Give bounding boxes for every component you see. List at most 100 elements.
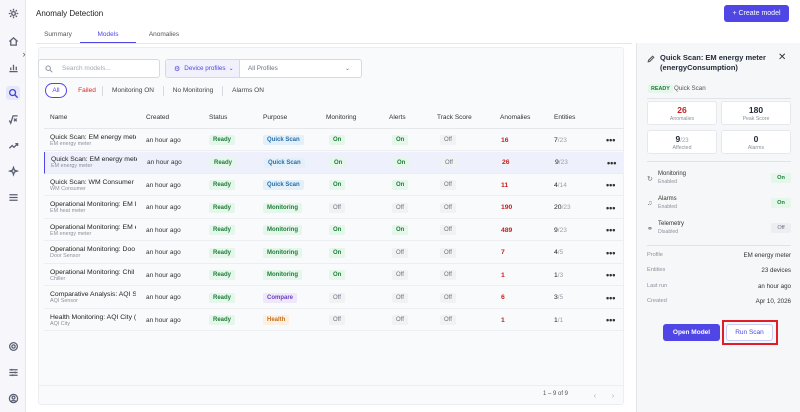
more-actions-icon[interactable]: ••• bbox=[606, 129, 615, 151]
trend-icon[interactable] bbox=[6, 138, 20, 152]
more-actions-icon[interactable]: ••• bbox=[606, 309, 615, 331]
monitoring-badge[interactable]: Off bbox=[329, 202, 345, 213]
col-name[interactable]: Name bbox=[50, 108, 67, 128]
search-input[interactable] bbox=[62, 65, 152, 72]
search-icon[interactable] bbox=[6, 86, 20, 100]
next-page-button[interactable]: › bbox=[607, 389, 619, 401]
table-row[interactable]: Comparative Analysis: AQI Se AQI Sensor an… bbox=[44, 287, 624, 309]
chip-all[interactable]: All bbox=[45, 83, 67, 98]
chip-alarms-on[interactable]: Alarms ON bbox=[223, 83, 273, 98]
model-name[interactable]: Quick Scan: EM energy meter bbox=[51, 156, 137, 163]
tab-models[interactable]: Models bbox=[80, 26, 136, 43]
track-score-badge[interactable]: Off bbox=[440, 225, 456, 235]
model-name[interactable]: Operational Monitoring: Doo bbox=[50, 246, 136, 253]
track-score-badge[interactable]: Off bbox=[440, 180, 456, 190]
alerts-badge[interactable]: On bbox=[392, 225, 409, 235]
more-actions-icon[interactable]: ••• bbox=[606, 174, 615, 196]
col-status[interactable]: Status bbox=[209, 108, 227, 128]
search-box[interactable] bbox=[38, 59, 160, 78]
table-row[interactable]: Operational Monitoring: EM e EM energy me… bbox=[44, 219, 624, 241]
col-entities[interactable]: Entities bbox=[554, 108, 575, 128]
alerts-badge[interactable]: Off bbox=[392, 270, 408, 280]
alerts-badge[interactable]: Off bbox=[392, 315, 408, 325]
created-cell: an hour ago bbox=[146, 204, 181, 211]
more-actions-icon[interactable]: ••• bbox=[606, 219, 615, 241]
create-model-button[interactable]: + Create model bbox=[724, 5, 789, 22]
monitoring-badge[interactable]: On bbox=[329, 270, 346, 280]
entities-cell: 4/14 bbox=[554, 174, 567, 196]
chip-no-monitoring[interactable]: No Monitoring bbox=[164, 83, 222, 98]
profile-type-select[interactable]: ⚙ Device profiles ⌄ bbox=[166, 60, 240, 77]
track-score-badge[interactable]: Off bbox=[440, 135, 456, 145]
model-name[interactable]: Quick Scan: WM Consumer (c bbox=[50, 179, 136, 186]
monitoring-badge[interactable]: Off bbox=[329, 292, 345, 303]
monitoring-badge[interactable]: On bbox=[330, 157, 347, 168]
model-name[interactable]: Quick Scan: EM energy meter bbox=[50, 134, 136, 141]
sparkle-icon[interactable] bbox=[6, 164, 20, 178]
alerts-badge[interactable]: On bbox=[392, 135, 409, 145]
more-actions-icon[interactable]: ••• bbox=[607, 152, 616, 174]
track-score-badge[interactable]: Off bbox=[440, 315, 456, 325]
table-row[interactable]: Quick Scan: EM energy meter EM energy met… bbox=[44, 129, 624, 151]
col-purpose[interactable]: Purpose bbox=[263, 108, 287, 128]
model-name[interactable]: Comparative Analysis: AQI Se bbox=[50, 291, 136, 298]
alerts-badge[interactable]: Off bbox=[392, 247, 408, 258]
prev-page-button[interactable]: ‹ bbox=[589, 389, 601, 401]
alerts-badge[interactable]: Off bbox=[392, 292, 408, 303]
col-monitoring[interactable]: Monitoring bbox=[326, 108, 356, 128]
chip-monitoring-on[interactable]: Monitoring ON bbox=[103, 83, 163, 98]
tab-summary[interactable]: Summary bbox=[36, 26, 80, 43]
collapse-sidebar-icon[interactable]: › bbox=[18, 48, 30, 60]
function-icon[interactable] bbox=[6, 112, 20, 126]
stat-value: 26 bbox=[677, 105, 687, 115]
table-row[interactable]: Operational Monitoring: Chil Chiller an ho… bbox=[44, 264, 624, 286]
model-name[interactable]: Health Monitoring: AQI City ( bbox=[50, 314, 136, 321]
sliders-icon[interactable] bbox=[6, 365, 20, 379]
alerts-badge[interactable]: On bbox=[392, 180, 409, 190]
menu-icon[interactable] bbox=[6, 190, 20, 204]
more-actions-icon[interactable]: ••• bbox=[606, 197, 615, 219]
track-score-badge[interactable]: Off bbox=[440, 202, 456, 213]
table-row[interactable]: Health Monitoring: AQI City (AQI City an … bbox=[44, 309, 624, 331]
more-actions-icon[interactable]: ••• bbox=[606, 264, 615, 286]
settings-icon[interactable] bbox=[6, 339, 20, 353]
track-score-badge[interactable]: Off bbox=[440, 247, 456, 258]
chip-failed[interactable]: Failed bbox=[72, 83, 102, 98]
edit-icon[interactable] bbox=[647, 55, 656, 64]
user-icon[interactable] bbox=[6, 391, 20, 405]
alerts-badge[interactable]: On bbox=[393, 157, 410, 168]
profile-value-select[interactable]: All Profiles bbox=[240, 65, 345, 72]
more-actions-icon[interactable]: ••• bbox=[606, 242, 615, 264]
tab-anomalies[interactable]: Anomalies bbox=[136, 26, 192, 43]
alarms-toggle[interactable]: On bbox=[771, 198, 791, 208]
table-row[interactable]: Quick Scan: EM energy meter EM energy met… bbox=[44, 151, 624, 174]
bar-chart-icon[interactable] bbox=[6, 60, 20, 74]
monitoring-badge[interactable]: On bbox=[329, 247, 346, 258]
home-icon[interactable] bbox=[6, 34, 20, 48]
col-anomalies[interactable]: Anomalies bbox=[500, 108, 530, 128]
telemetry-toggle[interactable]: Off bbox=[771, 223, 791, 233]
col-track-score[interactable]: Track Score bbox=[437, 108, 472, 128]
model-name[interactable]: Operational Monitoring: EM e bbox=[50, 224, 136, 231]
monitoring-badge[interactable]: On bbox=[329, 135, 346, 145]
monitoring-badge[interactable]: Off bbox=[329, 315, 345, 325]
more-actions-icon[interactable]: ••• bbox=[606, 287, 615, 309]
table-row[interactable]: Operational Monitoring: Doo Door Sensor an… bbox=[44, 242, 624, 264]
toggle-label: Alarms bbox=[658, 196, 677, 202]
track-score-badge[interactable]: Off bbox=[441, 157, 457, 168]
logo-gear-icon[interactable] bbox=[6, 6, 20, 20]
track-score-badge[interactable]: Off bbox=[440, 292, 456, 303]
monitoring-badge[interactable]: On bbox=[329, 225, 346, 235]
alerts-badge[interactable]: Off bbox=[392, 202, 408, 213]
table-row[interactable]: Quick Scan: WM Consumer (c WM Consumer an … bbox=[44, 174, 624, 196]
col-alerts[interactable]: Alerts bbox=[389, 108, 406, 128]
monitoring-toggle[interactable]: On bbox=[771, 173, 791, 183]
model-name[interactable]: Operational Monitoring: Chil bbox=[50, 269, 136, 276]
table-row[interactable]: Operational Monitoring: EM I EM heat mete… bbox=[44, 197, 624, 219]
model-name[interactable]: Operational Monitoring: EM I bbox=[50, 201, 136, 208]
col-created[interactable]: Created bbox=[146, 108, 169, 128]
monitoring-badge[interactable]: On bbox=[329, 180, 346, 190]
open-model-button[interactable]: Open Model bbox=[663, 324, 720, 341]
close-icon[interactable]: ✕ bbox=[778, 52, 786, 63]
track-score-badge[interactable]: Off bbox=[440, 270, 456, 280]
